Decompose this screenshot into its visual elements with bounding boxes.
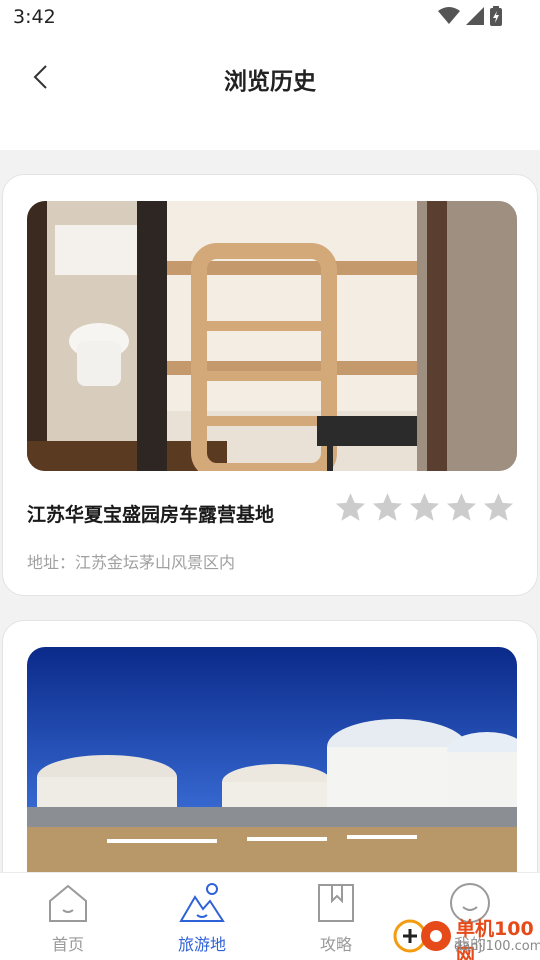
wifi-icon	[438, 7, 460, 24]
rating-stars	[334, 491, 515, 524]
nav-label: 攻略	[319, 935, 352, 954]
header: 浏览历史	[0, 36, 540, 150]
page-title: 浏览历史	[224, 69, 316, 95]
star-icon	[335, 493, 366, 521]
bookmark-icon	[318, 884, 354, 922]
history-card[interactable]	[2, 620, 538, 872]
nav-label: 旅游地	[177, 935, 226, 954]
history-list[interactable]: 江苏华夏宝盛园房车露营基地 地址：江苏金坛茅山风景区内	[0, 150, 540, 872]
nav-item-guides[interactable]: 攻略	[276, 881, 396, 957]
destination-photo	[27, 201, 517, 471]
watermark: 单机100网 danji100.com	[392, 912, 540, 960]
star-icon	[409, 493, 440, 521]
nav-item-home[interactable]: 首页	[8, 881, 128, 957]
destination-photo	[27, 647, 517, 872]
watermark-logo	[393, 919, 451, 953]
nav-label: 首页	[51, 935, 84, 954]
battery-icon	[490, 6, 502, 26]
star-icon	[483, 493, 514, 521]
destination-name: 江苏华夏宝盛园房车露营基地	[27, 504, 275, 526]
star-icon	[446, 493, 477, 521]
watermark-url: danji100.com	[454, 939, 540, 954]
signal-icon	[466, 7, 484, 25]
status-icons	[438, 6, 502, 26]
star-icon	[372, 493, 403, 521]
history-card[interactable]: 江苏华夏宝盛园房车露营基地 地址：江苏金坛茅山风景区内	[2, 174, 538, 596]
status-time: 3:42	[13, 6, 56, 28]
home-icon	[49, 884, 87, 922]
destination-address: 地址：江苏金坛茅山风景区内	[27, 553, 236, 572]
status-bar: 3:42 97f0e1	[0, 0, 540, 44]
nav-item-destinations[interactable]: 旅游地	[142, 881, 262, 957]
mountain-icon	[179, 883, 225, 922]
